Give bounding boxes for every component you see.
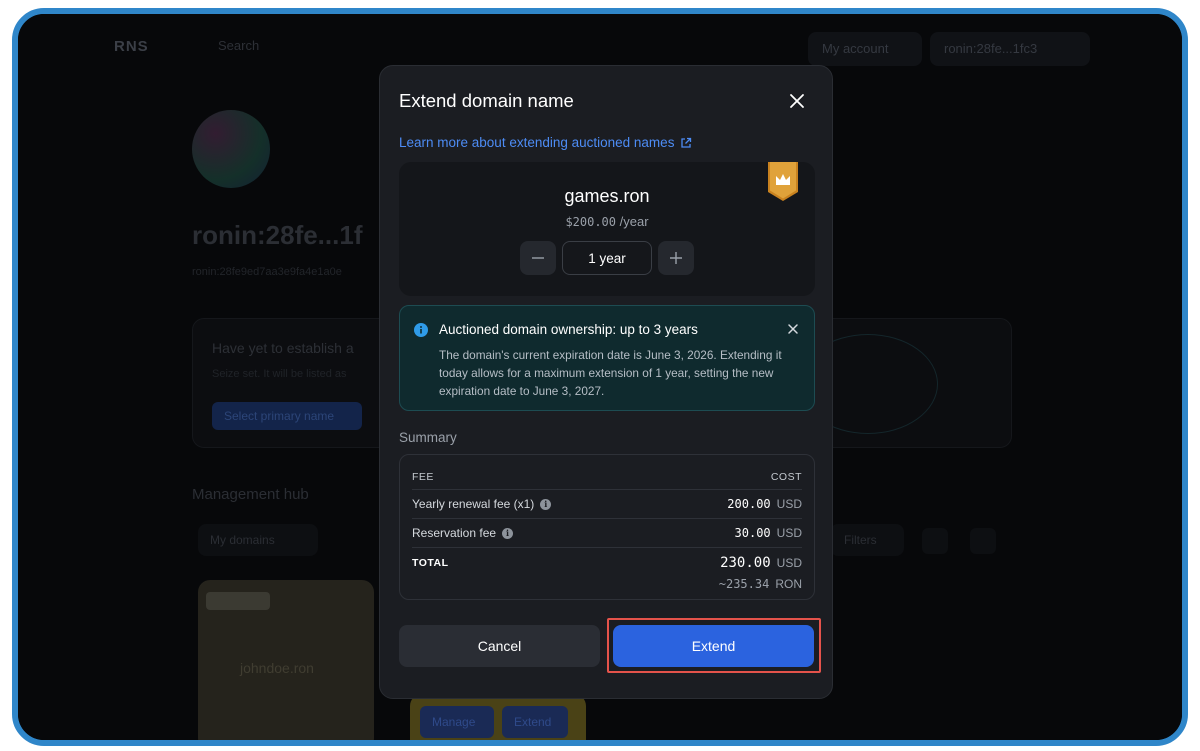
domain-name: games.ron <box>564 186 650 206</box>
total-ron-unit: RON <box>775 577 802 591</box>
info-tooltip-icon[interactable]: i <box>540 498 552 510</box>
price-value: $200.00 <box>565 215 617 229</box>
table-row: Yearly renewal fee (x1) i 200.00 USD <box>412 497 802 511</box>
filters-button: Filters <box>830 524 904 556</box>
extend-domain-modal: Extend domain name Learn more about exte… <box>379 65 833 699</box>
divider <box>412 518 802 519</box>
increase-duration-button[interactable] <box>658 241 694 275</box>
learn-more-link[interactable]: Learn more about extending auctioned nam… <box>399 135 692 150</box>
domain-card-badge <box>206 592 270 610</box>
fee-column-header: FEE <box>412 471 434 483</box>
cancel-button[interactable]: Cancel <box>399 625 600 667</box>
grid-view-button <box>922 528 948 554</box>
search-input: Search <box>218 38 260 53</box>
avatar <box>192 110 270 188</box>
ownership-info-banner: Auctioned domain ownership: up to 3 year… <box>399 305 815 411</box>
divider <box>412 547 802 548</box>
fee-unit: USD <box>776 497 802 511</box>
info-icon <box>414 323 428 337</box>
manage-button: Manage <box>420 706 494 738</box>
extend-button[interactable]: Extend <box>613 625 814 667</box>
info-tooltip-icon[interactable]: i <box>502 527 514 539</box>
total-amount: 230.00 <box>720 555 771 571</box>
my-domains-filter: My domains <box>198 524 318 556</box>
table-row: Reservation fee i 30.00 USD <box>412 526 802 540</box>
fee-label: Reservation fee i <box>412 526 514 540</box>
fee-value: 200.00 USD <box>727 497 802 511</box>
app-logo: RNS <box>114 38 149 55</box>
close-icon <box>790 94 804 108</box>
profile-address: ronin:28fe9ed7aa3e9fa4e1a0e <box>192 266 342 278</box>
domain-price: $200.00 /year <box>399 214 815 229</box>
total-value: 230.00 USD <box>720 555 802 571</box>
dismiss-info-icon[interactable] <box>786 322 800 336</box>
price-unit: /year <box>619 214 649 229</box>
fee-label-text: Reservation fee <box>412 526 497 540</box>
divider <box>412 489 802 490</box>
my-account-button: My account <box>808 32 922 66</box>
fee-amount: 200.00 <box>727 497 771 511</box>
extend-card-button: Extend <box>502 706 568 738</box>
total-row: TOTAL 230.00 USD <box>412 555 802 571</box>
primary-name-card-title: Have yet to establish a <box>212 340 354 356</box>
close-button[interactable] <box>784 88 810 114</box>
info-body: The domain's current expiration date is … <box>439 348 782 398</box>
cost-column-header: COST <box>770 471 802 483</box>
primary-name-card-subtitle: Seize set. It will be listed as <box>212 368 347 380</box>
wallet-button: ronin:28fe...1fc3 <box>930 32 1090 66</box>
duration-input[interactable]: 1 year <box>562 241 652 275</box>
summary-label: Summary <box>399 430 457 445</box>
list-view-button <box>970 528 996 554</box>
domain-summary-card: games.ron $200.00 /year 1 year <box>399 162 815 296</box>
fee-label: Yearly renewal fee (x1) i <box>412 497 552 511</box>
modal-title: Extend domain name <box>399 90 574 111</box>
fee-unit: USD <box>776 526 802 540</box>
fee-summary-table: FEE COST Yearly renewal fee (x1) i 200.00… <box>399 454 815 600</box>
total-label: TOTAL <box>412 557 449 569</box>
decrease-duration-button[interactable] <box>520 241 556 275</box>
fee-value: 30.00 USD <box>735 526 802 540</box>
fee-amount: 30.00 <box>734 526 771 540</box>
total-ron-value: ~235.34 RON <box>412 577 802 591</box>
minus-icon <box>532 257 544 259</box>
total-unit: USD <box>776 556 802 570</box>
table-header: FEE COST <box>412 471 802 483</box>
management-hub-title: Management hub <box>192 486 309 503</box>
learn-more-label: Learn more about extending auctioned nam… <box>399 135 675 150</box>
external-link-icon <box>681 137 692 148</box>
total-ron-amount: ~235.34 <box>718 577 770 591</box>
plus-icon <box>670 252 682 264</box>
fee-label-text: Yearly renewal fee (x1) <box>412 497 535 511</box>
info-title: Auctioned domain ownership: up to 3 year… <box>439 322 698 337</box>
domain-card-name: johndoe.ron <box>240 660 314 676</box>
profile-name: ronin:28fe...1f <box>192 220 363 250</box>
screenshot-frame: RNS Search My account ronin:28fe...1fc3 … <box>12 8 1188 746</box>
select-primary-name-button: Select primary name <box>212 402 362 430</box>
